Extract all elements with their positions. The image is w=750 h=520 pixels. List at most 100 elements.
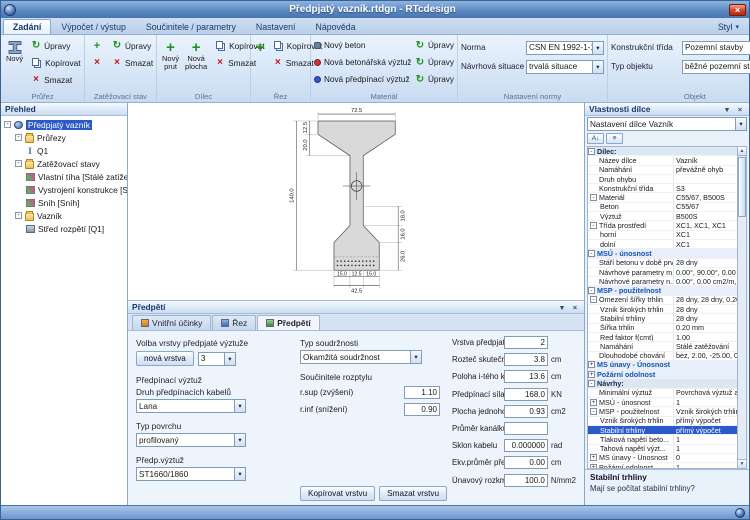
expander-icon[interactable]: - (590, 408, 597, 415)
property-row[interactable]: Návrhové parametry n...0.00°, 0.00 cm2/m… (588, 277, 737, 286)
tab-prestress[interactable]: Předpětí (257, 315, 320, 330)
duct-diameter-input[interactable] (504, 422, 548, 435)
property-group[interactable]: +MS únavy - Únosnost (588, 361, 737, 370)
tab-section-cut[interactable]: Řez (212, 315, 256, 330)
new-area-member-button[interactable]: + Nová plocha (183, 37, 209, 75)
tree-item-root[interactable]: - Předpjatý vazník (1, 118, 127, 131)
expander-icon[interactable]: - (590, 194, 597, 201)
property-row[interactable]: Tlaková napětí beto...1 (588, 435, 737, 444)
new-layer-button[interactable]: nová vrstva (136, 351, 194, 366)
tree-expander-icon[interactable]: - (15, 212, 22, 219)
tree-item-zatezovaci-stavy[interactable]: - Zatěžovací stavy (1, 157, 127, 170)
scrollbar[interactable]: ▲ ▼ (738, 146, 747, 469)
expander-icon[interactable]: - (588, 380, 595, 387)
expander-icon[interactable]: - (590, 222, 597, 229)
property-row[interactable]: dolníXC1 (588, 240, 737, 249)
scroll-up-icon[interactable]: ▲ (738, 147, 746, 156)
panel-menu-icon[interactable]: ▾ (722, 105, 732, 114)
property-row[interactable]: Druh ohybu (588, 175, 737, 184)
add-load-case-button[interactable]: + (88, 37, 106, 54)
cable-area-input[interactable]: 0.93 (504, 405, 548, 418)
property-row[interactable]: -Omezení šířky trhlin28 dny, 28 dny, 0.2… (588, 296, 737, 305)
tree-item-stred-rozpeti[interactable]: Střed rozpětí [Q1] (1, 222, 127, 235)
tab-napoveda[interactable]: Nápověda (305, 19, 365, 34)
tree-item-q1[interactable]: I Q1 (1, 144, 127, 157)
tree-item-vystrojeni[interactable]: Vystrojení konstrukce [Stálé zatížení] (1, 183, 127, 196)
drawing-canvas[interactable]: 72.5 12.5 20.0 140.0 18.0 16.0 26.0 15.0… (128, 103, 584, 301)
layer-select[interactable]: 3 ▾ (198, 352, 236, 366)
property-row[interactable]: Název dílceVazník (588, 156, 737, 165)
tree-item-snih[interactable]: Sníh [Sníh] (1, 196, 127, 209)
edit-rebar-button[interactable]: ↻Úpravy (415, 54, 454, 71)
property-section[interactable]: -Návrhy: (588, 379, 737, 388)
fatigue-range-input[interactable]: 100.0 (504, 474, 548, 487)
sort-az-button[interactable]: A↓ (587, 133, 604, 144)
categorize-button[interactable]: ≡ (606, 133, 623, 144)
tab-nastaveni[interactable]: Nastavení (246, 19, 306, 34)
tab-zadani[interactable]: Zadání (3, 19, 51, 34)
property-group[interactable]: -MSÚ - únosnost (588, 249, 737, 258)
property-row[interactable]: -Třída prostředíXC1, XC1, XC1 (588, 221, 737, 230)
panel-menu-icon[interactable]: ▾ (557, 303, 567, 312)
property-row[interactable]: Vznik širokých trhlinpřímý výpočet (588, 417, 737, 426)
panel-close-icon[interactable]: × (570, 303, 580, 312)
property-row[interactable]: horníXC1 (588, 231, 737, 240)
property-row[interactable]: BetonC55/67 (588, 203, 737, 212)
property-row[interactable]: Minimální výztužPovrchová výztuž a výztu… (588, 389, 737, 398)
copy-layer-button[interactable]: Kopírovat vrstvu (300, 486, 375, 501)
tab-soucinitele-parametry[interactable]: Součinitele / parametry (136, 19, 246, 34)
property-group[interactable]: +Požární odolnost (588, 370, 737, 379)
property-row[interactable]: +MSÚ - únosnost1 (588, 398, 737, 407)
scrollbar-thumb[interactable] (738, 157, 746, 217)
property-row-selected[interactable]: Stabilní trhlinypřímý výpočet (588, 426, 737, 435)
property-row[interactable]: Stabilní trhliny28 dny (588, 314, 737, 323)
prestress-steel-select[interactable]: ST1660/1860 ▾ (136, 467, 246, 481)
member-settings-select[interactable]: Nastavení dílce Vazník ▾ (587, 117, 747, 131)
tree-expander-icon[interactable]: - (15, 160, 22, 167)
new-cross-section-button[interactable]: Nový (4, 37, 25, 88)
bond-type-select[interactable]: Okamžitá soudržnost ▾ (300, 350, 422, 364)
new-tendon-button[interactable]: Nová předpínací výztuž (314, 71, 413, 88)
property-row[interactable]: Namáhánípřevážně ohyb (588, 166, 737, 175)
tree-item-vlastni-tiha[interactable]: Vlastní tíha [Stálé zatížení] (1, 170, 127, 183)
property-row[interactable]: Red faktor f(cmt)1.00 (588, 333, 737, 342)
expander-icon[interactable]: - (588, 250, 595, 257)
edit-cross-section-button[interactable]: ↻Úpravy (27, 37, 85, 54)
delete-layer-button[interactable]: Smazat vrstvu (379, 486, 447, 501)
new-beam-member-button[interactable]: + Nový prut (160, 37, 181, 75)
expander-icon[interactable]: - (588, 287, 595, 294)
cable-spacing-input[interactable]: 3.8 (504, 353, 548, 366)
property-row[interactable]: VýztužB500S (588, 212, 737, 221)
expander-icon[interactable]: + (588, 361, 595, 368)
edit-concrete-button[interactable]: ↻Úpravy (415, 37, 454, 54)
property-row[interactable]: Stáří betonu v době prvn...28 dny (588, 259, 737, 268)
expander-icon[interactable]: - (590, 296, 597, 303)
prestress-force-input[interactable]: 168.0 (504, 388, 548, 401)
tree-item-vaznik[interactable]: - Vazník (1, 209, 127, 222)
edit-tendon-button[interactable]: ↻Úpravy (415, 71, 454, 88)
new-rebar-button[interactable]: Nová betonářská výztuž (314, 54, 413, 71)
property-row[interactable]: -MateriálC55/67, B500S (588, 193, 737, 202)
expander-icon[interactable]: + (590, 399, 597, 406)
cable-slope-input[interactable]: 0.000000 (504, 439, 548, 452)
rsup-input[interactable]: 1.10 (404, 386, 440, 399)
tree-item-prurezy[interactable]: - Průřezy (1, 131, 127, 144)
rinf-input[interactable]: 0.90 (404, 403, 440, 416)
window-close-button[interactable]: × (729, 4, 746, 16)
property-row[interactable]: NamáháníStálé zatěžování (588, 342, 737, 351)
copy-cross-section-button[interactable]: Kopírovat (27, 54, 85, 71)
expander-icon[interactable]: + (590, 454, 597, 461)
property-section[interactable]: -Dílec: (588, 147, 737, 156)
expander-icon[interactable]: - (588, 148, 595, 155)
property-row[interactable]: Vznik širokých trhlin28 dny (588, 305, 737, 314)
norm-select[interactable]: CSN EN 1992-1-1 ▾ (526, 41, 604, 55)
delete-cross-section-button[interactable]: ×Smazat (27, 71, 85, 88)
property-row[interactable]: Šířka trhlin0.20 mm (588, 324, 737, 333)
property-row[interactable]: Konstrukční třídaS3 (588, 184, 737, 193)
property-row[interactable]: +MS únavy - Únosnost0 (588, 454, 737, 463)
new-concrete-button[interactable]: Nový beton (314, 37, 413, 54)
tab-vypocet-vystup[interactable]: Výpočet / výstup (51, 19, 136, 34)
cable-kind-select[interactable]: Lana ▾ (136, 399, 246, 413)
edit-load-case-button[interactable]: ↻Úpravy (108, 37, 157, 54)
surface-type-select[interactable]: profilovaný ▾ (136, 433, 246, 447)
